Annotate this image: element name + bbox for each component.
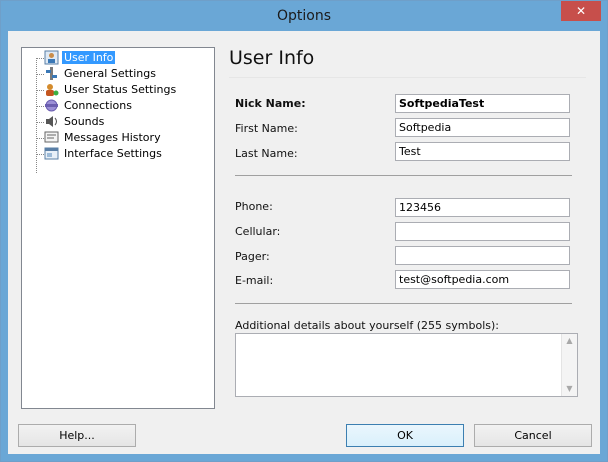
connections-icon bbox=[44, 98, 59, 113]
last-name-field[interactable]: Test bbox=[395, 142, 570, 161]
phone-field[interactable]: 123456 bbox=[395, 198, 570, 217]
separator bbox=[235, 303, 572, 304]
pager-label: Pager: bbox=[235, 250, 270, 263]
tree-connector-line bbox=[36, 58, 37, 173]
tree-item-label: Sounds bbox=[64, 115, 105, 128]
ok-button[interactable]: OK bbox=[346, 424, 464, 447]
details-scrollbar[interactable]: ▲ ▼ bbox=[561, 334, 577, 396]
tree-item-label: General Settings bbox=[64, 67, 156, 80]
tree-item-user-status-settings[interactable]: User Status Settings bbox=[44, 82, 178, 98]
last-name-label: Last Name: bbox=[235, 147, 298, 160]
options-window: Options ✕ User Info General Settings Use… bbox=[0, 0, 608, 462]
general-settings-icon bbox=[44, 66, 59, 81]
tree-item-sounds[interactable]: Sounds bbox=[44, 114, 106, 130]
nick-name-label: Nick Name: bbox=[235, 97, 306, 110]
email-field[interactable]: test@softpedia.com bbox=[395, 270, 570, 289]
sounds-icon bbox=[44, 114, 59, 129]
settings-tree[interactable]: User Info General Settings User Status S… bbox=[21, 47, 215, 409]
window-title: Options bbox=[276, 8, 332, 24]
scroll-up-icon[interactable]: ▲ bbox=[562, 335, 577, 347]
tree-item-label: Messages History bbox=[64, 131, 161, 144]
tree-item-general-settings[interactable]: General Settings bbox=[44, 66, 158, 82]
messages-history-icon bbox=[44, 130, 59, 145]
title-bar[interactable]: Options ✕ bbox=[1, 1, 607, 31]
interface-settings-icon bbox=[44, 146, 59, 161]
panel-title: User Info bbox=[229, 47, 315, 69]
cancel-button[interactable]: Cancel bbox=[474, 424, 592, 447]
tree-item-label: User Status Settings bbox=[64, 83, 177, 96]
tree-item-user-info[interactable]: User Info bbox=[44, 50, 116, 66]
details-textarea[interactable]: ▲ ▼ bbox=[235, 333, 578, 397]
tree-item-interface-settings[interactable]: Interface Settings bbox=[44, 146, 164, 162]
pager-field[interactable] bbox=[395, 246, 570, 265]
scroll-down-icon[interactable]: ▼ bbox=[562, 383, 577, 395]
cellular-field[interactable] bbox=[395, 222, 570, 241]
first-name-field[interactable]: Softpedia bbox=[395, 118, 570, 137]
tree-item-label: Interface Settings bbox=[64, 147, 162, 160]
tree-item-label: Connections bbox=[64, 99, 132, 112]
separator bbox=[235, 175, 572, 176]
nick-name-field[interactable]: SoftpediaTest bbox=[395, 94, 570, 113]
tree-item-messages-history[interactable]: Messages History bbox=[44, 130, 163, 146]
tree-item-connections[interactable]: Connections bbox=[44, 98, 134, 114]
tree-item-label: User Info bbox=[62, 51, 116, 64]
user-status-icon bbox=[44, 82, 59, 97]
dialog-client-area: User Info General Settings User Status S… bbox=[8, 31, 600, 454]
email-label: E-mail: bbox=[235, 274, 274, 287]
first-name-label: First Name: bbox=[235, 122, 298, 135]
details-label: Additional details about yourself (255 s… bbox=[235, 319, 499, 332]
user-info-icon bbox=[44, 50, 59, 65]
cellular-label: Cellular: bbox=[235, 225, 281, 238]
help-button[interactable]: Help... bbox=[18, 424, 136, 447]
phone-label: Phone: bbox=[235, 200, 273, 213]
close-button[interactable]: ✕ bbox=[561, 1, 601, 21]
